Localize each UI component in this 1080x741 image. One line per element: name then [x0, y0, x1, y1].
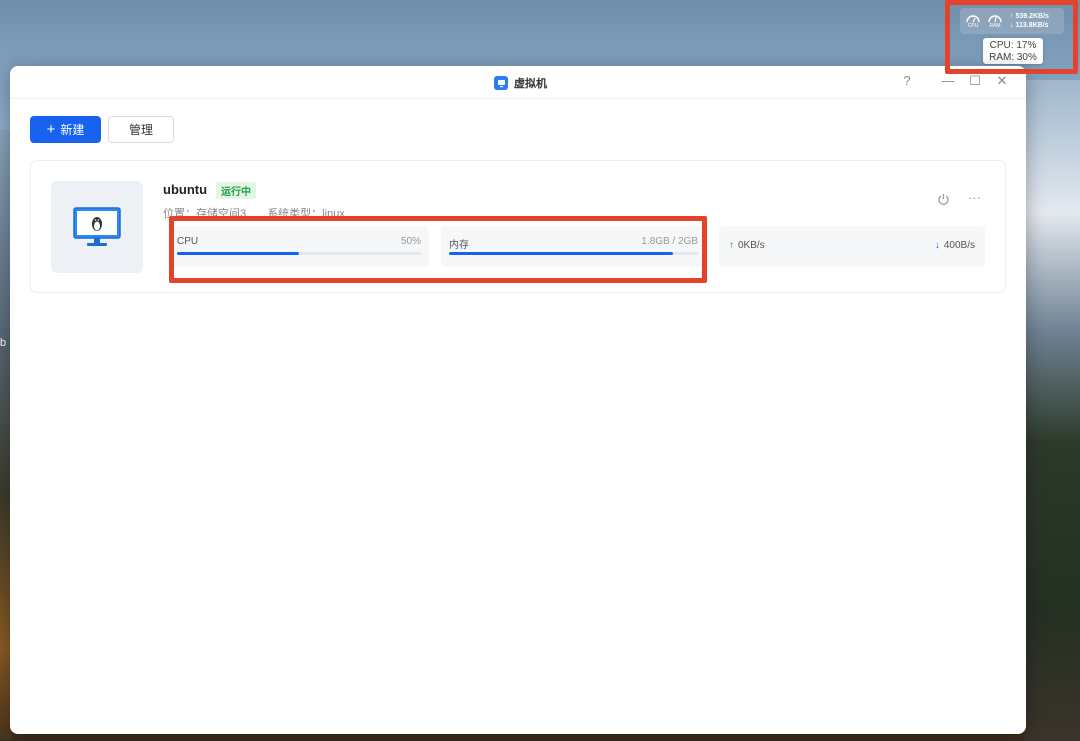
- download-arrow-icon: ↓: [1010, 22, 1014, 29]
- more-options-icon[interactable]: ···: [968, 190, 981, 205]
- cpu-gauge-label: CPU: [967, 23, 979, 29]
- vm-window: 虚拟机 ? — ☐ ✕ + 新建 管理 ubuntu 运行中 位置：存储空间3 …: [10, 66, 1026, 734]
- vm-card[interactable]: ubuntu 运行中 位置：存储空间3 系统类型：linux ··· CPU 5…: [30, 160, 1006, 293]
- network-stat: ↑ 0KB/s ↓ 400B/s: [719, 226, 985, 267]
- title-bar[interactable]: 虚拟机 ? — ☐ ✕: [10, 66, 1026, 99]
- window-title: 虚拟机: [494, 75, 547, 91]
- net-upload: ↑ 0KB/s: [729, 240, 765, 251]
- tooltip-cpu: CPU: 17%: [989, 40, 1037, 51]
- window-title-text: 虚拟机: [514, 78, 547, 90]
- memory-stat-label: 内存: [449, 240, 469, 251]
- vm-location: 位置：存储空间3: [163, 208, 247, 220]
- upload-speed: ↑ 539.2KB/s: [1010, 13, 1049, 20]
- vm-app-icon: [494, 76, 508, 90]
- memory-usage-bar: [449, 252, 698, 255]
- close-button[interactable]: ✕: [994, 73, 1010, 89]
- cpu-stat-label: CPU: [177, 236, 199, 247]
- cpu-usage-bar: [177, 252, 421, 255]
- status-badge: 运行中: [216, 182, 256, 199]
- vm-thumbnail: [51, 181, 143, 273]
- ram-gauge: RAM: [986, 12, 1004, 30]
- cpu-gauge-icon: [966, 15, 980, 23]
- help-button[interactable]: ?: [899, 73, 915, 88]
- desktop-wallpaper-right: [1024, 80, 1080, 741]
- memory-usage-fill: [449, 252, 674, 255]
- linux-monitor-icon: [73, 207, 121, 246]
- minimize-button[interactable]: —: [940, 73, 956, 88]
- ram-gauge-icon: [988, 15, 1002, 23]
- download-speed: ↓ 113.8KB/s: [1010, 22, 1049, 29]
- ram-gauge-label: RAM: [989, 23, 1001, 29]
- power-icon[interactable]: [937, 193, 950, 209]
- cpu-stat-value: 50%: [400, 236, 421, 247]
- desktop-edge-text: b: [0, 337, 7, 349]
- tooltip-ram: RAM: 30%: [989, 52, 1037, 63]
- cpu-gauge: CPU: [964, 12, 982, 30]
- memory-stat: 内存 1.8GB / 2GB: [441, 226, 706, 267]
- network-speed: ↑ 539.2KB/s ↓ 113.8KB/s: [1010, 12, 1049, 30]
- cpu-stat: CPU 50%: [169, 226, 429, 267]
- resource-monitor-widget[interactable]: CPU RAM ↑ 539.2KB/s ↓ 113.8KB/s: [960, 8, 1064, 34]
- net-download: ↓ 400B/s: [934, 240, 975, 251]
- vm-meta: 位置：存储空间3 系统类型：linux: [163, 205, 363, 221]
- plus-icon: +: [46, 120, 56, 138]
- upload-arrow-icon: ↑: [729, 240, 734, 251]
- vm-os-type: 系统类型：linux: [267, 208, 345, 220]
- vm-name[interactable]: ubuntu: [163, 182, 207, 197]
- maximize-button[interactable]: ☐: [967, 73, 983, 89]
- manage-button[interactable]: 管理: [108, 116, 174, 143]
- resource-tooltip: CPU: 17% RAM: 30%: [983, 38, 1043, 64]
- cpu-usage-fill: [177, 252, 299, 255]
- memory-stat-value: 1.8GB / 2GB: [641, 236, 698, 247]
- new-vm-button[interactable]: + 新建: [30, 116, 101, 143]
- download-arrow-icon: ↓: [934, 240, 940, 251]
- upload-arrow-icon: ↑: [1010, 13, 1014, 20]
